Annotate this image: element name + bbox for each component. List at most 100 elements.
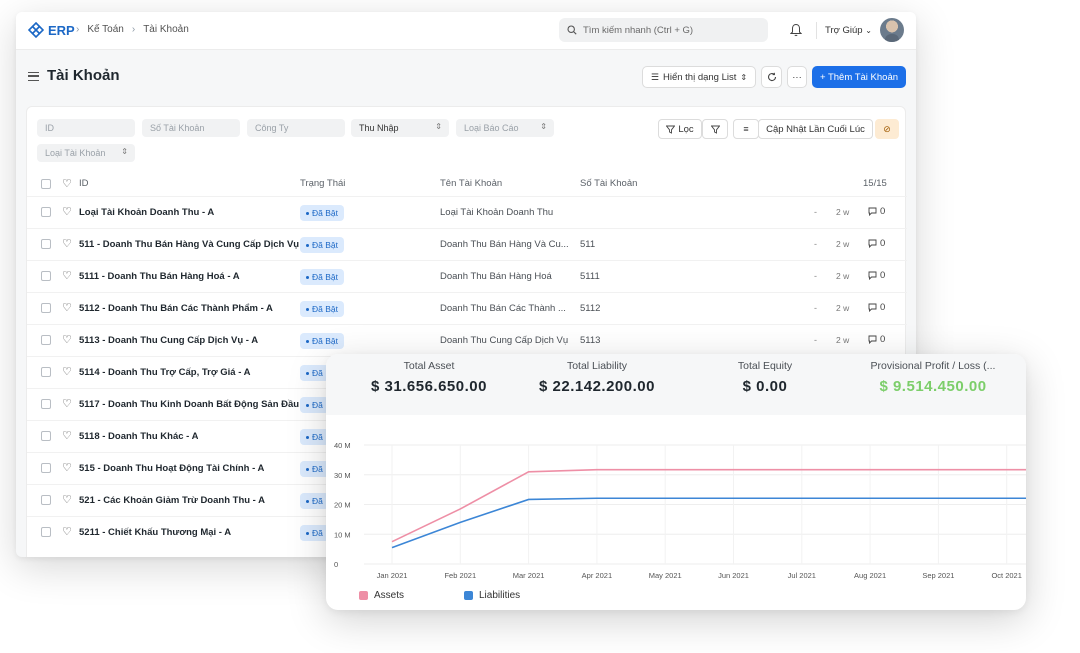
- row-comments[interactable]: 0: [868, 238, 885, 249]
- row-id[interactable]: 521 - Các Khoản Giảm Trừ Doanh Thu - A: [79, 495, 265, 506]
- select-all-checkbox[interactable]: [41, 179, 51, 189]
- heart-icon[interactable]: ♡: [62, 206, 72, 218]
- disabled-button[interactable]: ⊘: [875, 119, 899, 139]
- heart-icon[interactable]: ♡: [62, 334, 72, 346]
- clear-filter-button[interactable]: [702, 119, 728, 139]
- legend-liabilities[interactable]: Liabilities: [464, 590, 520, 601]
- status-dot: [306, 531, 309, 535]
- heart-icon[interactable]: ♡: [62, 366, 72, 378]
- series-line-assets: [391, 468, 1026, 543]
- row-id[interactable]: Loại Tài Khoản Doanh Thu - A: [79, 207, 214, 218]
- row-modified: -: [814, 303, 817, 313]
- refresh-button[interactable]: [761, 66, 782, 88]
- filter-company[interactable]: Công Ty: [247, 119, 345, 137]
- status-text: Đã: [312, 528, 323, 538]
- filter-account-type[interactable]: Loại Tài Khoản ⇕: [37, 144, 135, 162]
- breadcrumb-account[interactable]: Tài Khoản: [143, 24, 189, 35]
- row-checkbox[interactable]: [41, 399, 51, 409]
- row-modified: -: [814, 271, 817, 281]
- row-id[interactable]: 511 - Doanh Thu Bán Hàng Và Cung Cấp Dịc…: [79, 239, 299, 250]
- row-id[interactable]: 5117 - Doanh Thu Kinh Doanh Bất Động Sản…: [79, 399, 299, 410]
- view-switcher-button[interactable]: ☰ Hiển thị dạng List ⇕: [642, 66, 756, 88]
- table-row[interactable]: ♡ 5113 - Doanh Thu Cung Cấp Dịch Vụ - A Đã…: [27, 324, 907, 356]
- heart-icon[interactable]: ♡: [62, 398, 72, 410]
- help-menu[interactable]: Trợ Giúp ⌄: [825, 25, 872, 36]
- status-badge: Đã Bật: [300, 205, 344, 221]
- comment-count: 0: [880, 334, 886, 345]
- filter-x-icon: [710, 125, 720, 134]
- legend-swatch: [464, 591, 473, 600]
- row-account-name: Doanh Thu Bán Hàng Hoá: [440, 271, 552, 282]
- row-id[interactable]: 5211 - Chiết Khấu Thương Mại - A: [79, 527, 231, 538]
- table-row[interactable]: ♡ 511 - Doanh Thu Bán Hàng Và Cung Cấp Dị…: [27, 228, 907, 260]
- table-row[interactable]: ♡ 5112 - Doanh Thu Bán Các Thành Phẩm - A…: [27, 292, 907, 324]
- row-comments[interactable]: 0: [868, 302, 885, 313]
- search-input[interactable]: Tìm kiếm nhanh (Ctrl + G): [559, 18, 768, 42]
- row-comments[interactable]: 0: [868, 206, 885, 217]
- add-account-button[interactable]: + Thêm Tài Khoản: [812, 66, 906, 88]
- top-navbar: ERP › Kế Toán › Tài Khoản Tìm kiếm nhanh…: [16, 12, 916, 50]
- row-id[interactable]: 5113 - Doanh Thu Cung Cấp Dịch Vụ - A: [79, 335, 258, 346]
- heart-icon[interactable]: ♡: [62, 178, 72, 190]
- more-button[interactable]: ···: [787, 66, 807, 88]
- row-checkbox[interactable]: [41, 367, 51, 377]
- status-badge: Đã: [300, 365, 329, 381]
- row-ago: 2 w: [836, 303, 850, 313]
- sort-order-button[interactable]: ≡: [733, 119, 759, 139]
- avatar[interactable]: [880, 18, 904, 42]
- legend-assets[interactable]: Assets: [359, 590, 404, 601]
- row-checkbox[interactable]: [41, 239, 51, 249]
- status-badge: Đã Bật: [300, 269, 344, 285]
- filter-id[interactable]: ID: [37, 119, 135, 137]
- row-checkbox[interactable]: [41, 495, 51, 505]
- row-checkbox[interactable]: [41, 527, 51, 537]
- row-checkbox[interactable]: [41, 431, 51, 441]
- list-icon: ☰: [650, 71, 659, 82]
- heart-icon[interactable]: ♡: [62, 302, 72, 314]
- filter-report-type[interactable]: Loại Báo Cáo ⇕: [456, 119, 554, 137]
- search-placeholder: Tìm kiếm nhanh (Ctrl + G): [583, 24, 694, 36]
- filter-account-number[interactable]: Số Tài Khoản: [142, 119, 240, 137]
- menu-icon[interactable]: [28, 72, 39, 81]
- row-account-name: Doanh Thu Bán Hàng Và Cu...: [440, 239, 568, 250]
- row-id[interactable]: 5112 - Doanh Thu Bán Các Thành Phẩm - A: [79, 303, 273, 314]
- row-id[interactable]: 5118 - Doanh Thu Khác - A: [79, 431, 198, 442]
- filter-root-type-label: Thu Nhập: [359, 123, 399, 133]
- heart-icon[interactable]: ♡: [62, 270, 72, 282]
- col-account-number[interactable]: Số Tài Khoản: [580, 178, 637, 189]
- filter-button[interactable]: Lọc: [658, 119, 702, 139]
- heart-icon[interactable]: ♡: [62, 462, 72, 474]
- heart-icon[interactable]: ♡: [62, 526, 72, 538]
- filter-root-type[interactable]: Thu Nhập ⇕: [351, 119, 449, 137]
- row-account-number: 5111: [580, 271, 600, 282]
- heart-icon[interactable]: ♡: [62, 494, 72, 506]
- row-checkbox[interactable]: [41, 463, 51, 473]
- row-id[interactable]: 5114 - Doanh Thu Trợ Cấp, Trợ Giá - A: [79, 367, 251, 378]
- heart-icon[interactable]: ♡: [62, 238, 72, 250]
- erp-logo[interactable]: ERP: [28, 22, 75, 38]
- row-id[interactable]: 515 - Doanh Thu Hoạt Động Tài Chính - A: [79, 463, 264, 474]
- row-count: 15/15: [863, 178, 887, 189]
- row-checkbox[interactable]: [41, 335, 51, 345]
- heart-icon[interactable]: ♡: [62, 430, 72, 442]
- breadcrumb-accounting[interactable]: Kế Toán: [87, 24, 124, 35]
- table-row[interactable]: ♡ Loại Tài Khoản Doanh Thu - A Đã Bật Loại …: [27, 196, 907, 228]
- sort-field-button[interactable]: Cập Nhật Lần Cuối Lúc: [758, 119, 873, 139]
- page-title: Tài Khoản: [47, 67, 120, 84]
- row-checkbox[interactable]: [41, 207, 51, 217]
- row-comments[interactable]: 0: [868, 334, 885, 345]
- row-id[interactable]: 5111 - Doanh Thu Bán Hàng Hoá - A: [79, 271, 240, 282]
- col-id[interactable]: ID: [79, 178, 89, 189]
- assets-liabilities-chart: 0 10 M 20 M 30 M 40 M Jan 2021 Feb 2021 Mar 202…: [334, 441, 1026, 580]
- col-status[interactable]: Trạng Thái: [300, 178, 345, 189]
- status-text: Đã: [312, 464, 323, 474]
- status-dot: [306, 243, 309, 247]
- table-row[interactable]: ♡ 5111 - Doanh Thu Bán Hàng Hoá - A Đã Bật…: [27, 260, 907, 292]
- col-account-name[interactable]: Tên Tài Khoản: [440, 178, 502, 189]
- bell-icon[interactable]: [790, 23, 802, 37]
- row-checkbox[interactable]: [41, 303, 51, 313]
- comment-icon: [868, 271, 877, 280]
- row-checkbox[interactable]: [41, 271, 51, 281]
- row-comments[interactable]: 0: [868, 270, 885, 281]
- legend-swatch: [359, 591, 368, 600]
